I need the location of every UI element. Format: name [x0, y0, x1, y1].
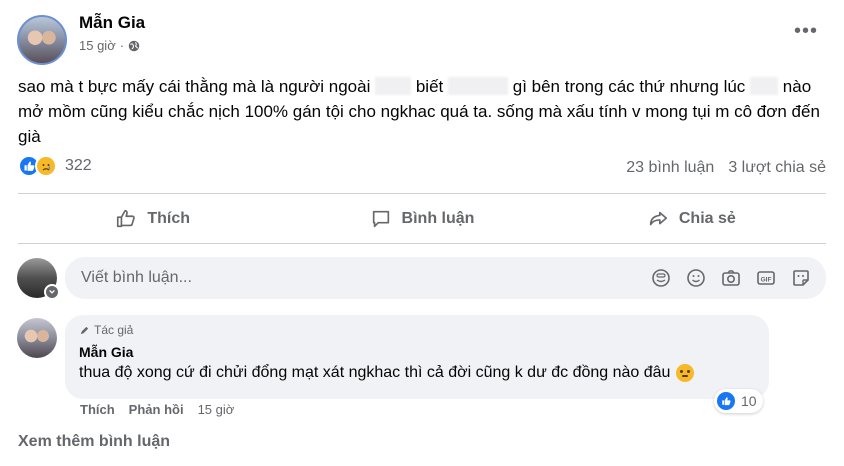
- reactions-summary[interactable]: 322: [18, 155, 92, 177]
- like-button[interactable]: Thích: [18, 196, 287, 242]
- chevron-down-icon[interactable]: [44, 284, 60, 300]
- camera-icon[interactable]: [720, 267, 742, 289]
- share-button[interactable]: Chia sẻ: [557, 196, 826, 242]
- comment-author-avatar[interactable]: [17, 318, 57, 358]
- like-reaction-icon: [717, 392, 735, 410]
- divider: [18, 243, 826, 244]
- comments-count[interactable]: 23 bình luận: [626, 159, 714, 177]
- comment-bubble: Tác giả Mẫn Gia thua độ xong cứ đi chửi …: [65, 315, 769, 399]
- comment-text: thua độ xong cứ đi chửi đổng mạt xát ngk…: [79, 364, 755, 382]
- comment-input[interactable]: Viết bình luận... GIF: [65, 257, 826, 299]
- reaction-count: 322: [65, 157, 92, 174]
- redacted-block: [375, 77, 412, 95]
- gif-icon[interactable]: GIF: [755, 267, 777, 289]
- action-bar: Thích Bình luận Chia sẻ: [18, 196, 826, 242]
- comment-actions: Thích Phản hồi 15 giờ: [80, 402, 234, 417]
- author-badge-label: Tác giả: [94, 323, 134, 337]
- thumbs-up-icon: [117, 209, 136, 228]
- like-label: Thích: [147, 210, 190, 227]
- comment-like-button[interactable]: Thích: [80, 402, 115, 417]
- post-time[interactable]: 15 giờ: [79, 38, 116, 53]
- see-more-comments-link[interactable]: Xem thêm bình luận: [18, 433, 170, 451]
- smile-emoji-icon: [676, 364, 695, 382]
- emoji-icon[interactable]: [685, 267, 707, 289]
- post-text: sao mà t bực mấy cái thằng mà là người n…: [18, 74, 828, 149]
- post-text-part-2: biết: [415, 77, 444, 96]
- post-text-part-1: sao mà t bực mấy cái thằng mà là người n…: [18, 77, 371, 96]
- comment-reactions[interactable]: 10: [714, 389, 763, 413]
- comment-icon: [372, 210, 389, 228]
- comment-body: thua độ xong cứ đi chửi đổng mạt xát ngk…: [79, 364, 671, 381]
- comment-time[interactable]: 15 giờ: [198, 402, 235, 417]
- share-label: Chia sẻ: [678, 210, 736, 227]
- comment-author-name[interactable]: Mẫn Gia: [79, 344, 755, 360]
- more-options-icon[interactable]: •••: [794, 21, 818, 41]
- post-stats: 23 bình luận 3 lượt chia sẻ: [626, 159, 826, 177]
- post-text-part-3: gì bên trong các thứ nhưng lúc: [512, 77, 746, 96]
- pencil-icon: [80, 326, 89, 334]
- composer-tools: GIF: [650, 267, 812, 289]
- share-icon: [649, 211, 667, 226]
- divider: [18, 193, 826, 194]
- post-meta: 15 giờ ·: [79, 38, 140, 53]
- author-badge: Tác giả: [79, 323, 755, 337]
- comment-label: Bình luận: [401, 210, 475, 227]
- redacted-block: [448, 77, 508, 95]
- sticker-icon[interactable]: [790, 267, 812, 289]
- shares-count[interactable]: 3 lượt chia sẻ: [728, 159, 826, 177]
- redacted-block: [750, 77, 779, 95]
- comment-reaction-count: 10: [741, 393, 757, 409]
- comment-reply-button[interactable]: Phản hồi: [129, 402, 184, 417]
- author-avatar[interactable]: [17, 15, 67, 65]
- svg-text:GIF: GIF: [761, 277, 772, 284]
- comment-button[interactable]: Bình luận: [287, 196, 556, 242]
- comment-placeholder: Viết bình luận...: [81, 269, 192, 286]
- globe-icon: [128, 40, 140, 51]
- author-name[interactable]: Mẫn Gia: [79, 13, 145, 33]
- avatar-sticker-icon[interactable]: [650, 267, 672, 289]
- sad-reaction-icon: [35, 155, 57, 177]
